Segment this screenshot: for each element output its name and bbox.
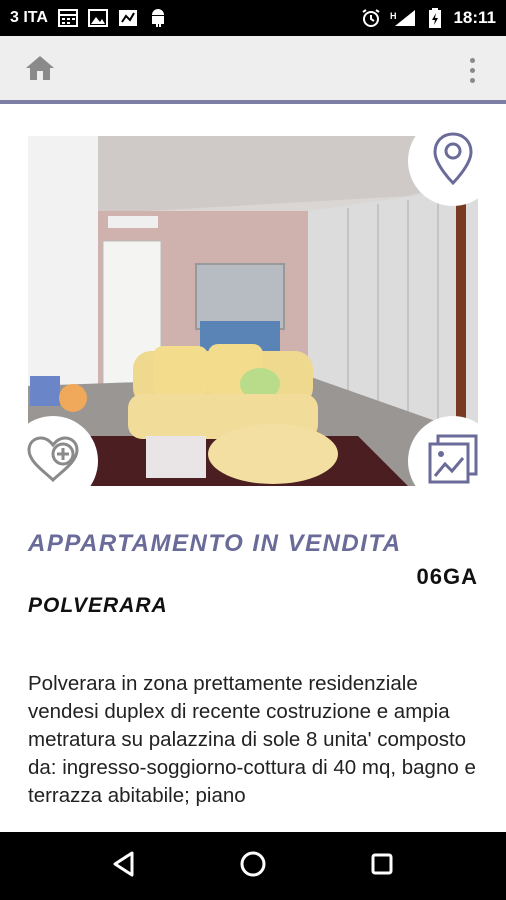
home-nav-button[interactable]	[231, 844, 275, 888]
app-bar	[0, 36, 506, 104]
home-circle-icon	[239, 850, 267, 883]
recents-button[interactable]	[360, 844, 404, 888]
battery-icon	[425, 8, 445, 28]
calendar-icon	[57, 8, 78, 28]
back-triangle-icon	[112, 851, 136, 882]
status-bar: 3 ITA H 18:11	[0, 0, 506, 36]
listing-description: Polverara in zona prettamente residenzia…	[28, 672, 476, 807]
listing-title: APPARTAMENTO IN VENDITA	[28, 530, 402, 557]
map-pin-icon	[431, 131, 475, 192]
network-type-label: H	[390, 11, 397, 21]
listing-city: POLVERARA	[28, 594, 168, 617]
back-button[interactable]	[102, 844, 146, 888]
carrier-label: 3 ITA	[10, 9, 48, 26]
map-button[interactable]	[408, 116, 498, 206]
gallery-button[interactable]	[408, 416, 498, 506]
home-icon	[25, 54, 55, 87]
alarm-icon	[361, 8, 381, 28]
android-icon	[148, 8, 168, 28]
heart-plus-icon	[25, 434, 81, 489]
image-icon	[87, 8, 108, 28]
living-room-photo[interactable]	[28, 136, 478, 486]
listing-code: 06GA	[416, 564, 478, 589]
navigation-bar	[0, 832, 506, 900]
recents-square-icon	[370, 852, 394, 881]
signal-icon: H	[389, 8, 417, 28]
overflow-menu-icon	[469, 57, 475, 63]
clock: 18:11	[453, 8, 496, 27]
add-favorite-button[interactable]	[8, 416, 98, 506]
overflow-menu-button[interactable]	[464, 52, 480, 88]
home-button[interactable]	[22, 52, 58, 88]
chart-icon	[118, 8, 138, 28]
gallery-icon	[426, 432, 480, 491]
